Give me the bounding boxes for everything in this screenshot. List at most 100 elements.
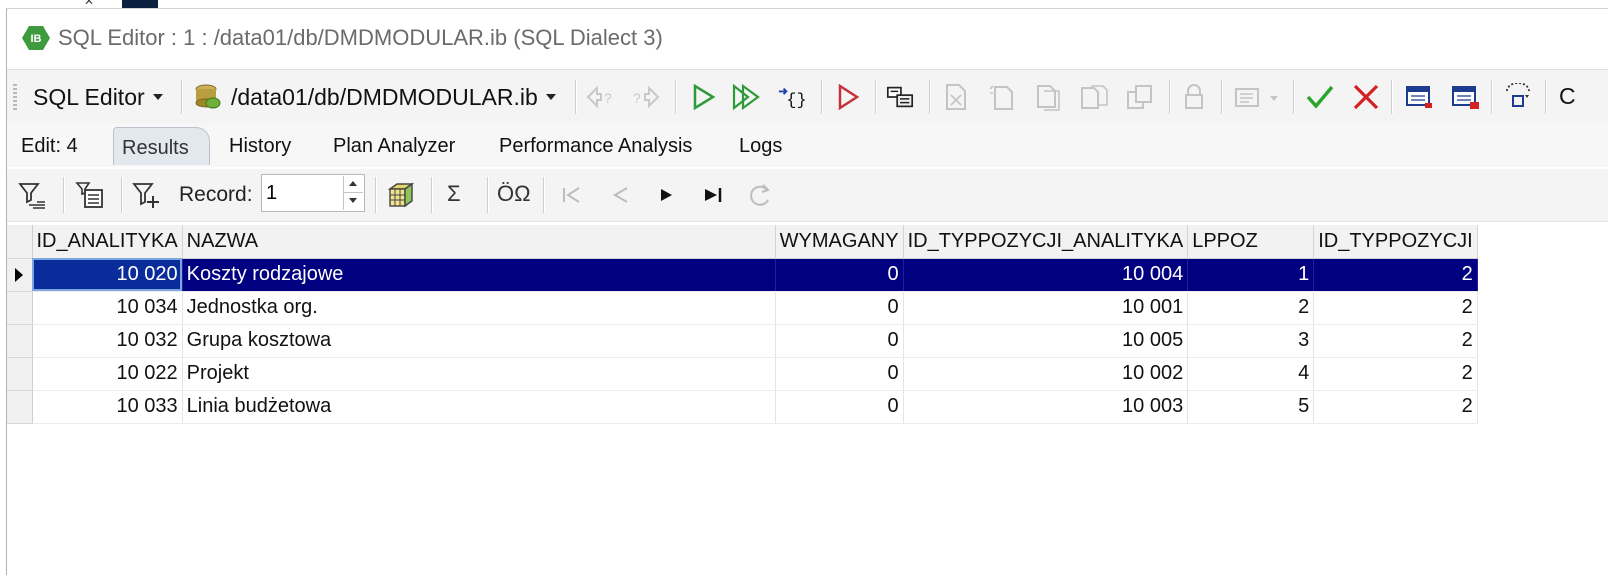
cell-wymagany[interactable]: 0 xyxy=(775,291,904,325)
options-icon[interactable] xyxy=(1233,83,1285,111)
tab-logs[interactable]: Logs xyxy=(739,135,782,158)
lock-icon[interactable] xyxy=(1179,83,1209,111)
cell-lppoz[interactable]: 1 xyxy=(1187,258,1315,292)
cell-id-typpozycji[interactable]: 2 xyxy=(1313,324,1478,358)
ibexpert-logo-icon: IB xyxy=(22,26,50,50)
cell-id-typpozycji-analityka[interactable]: 10 002 xyxy=(903,357,1189,391)
filter-clear-icon[interactable] xyxy=(17,180,47,210)
duplicate-icon[interactable] xyxy=(1125,83,1155,111)
next-record-icon[interactable] xyxy=(651,180,681,210)
chevron-down-icon xyxy=(545,94,556,100)
prev-query-icon[interactable]: ? xyxy=(585,83,615,111)
cube-icon[interactable] xyxy=(385,180,415,210)
new-icon[interactable] xyxy=(941,83,971,111)
commit-icon[interactable] xyxy=(1305,83,1335,111)
toolbar-separator xyxy=(675,80,677,114)
calendar-icon[interactable] xyxy=(1405,83,1435,111)
record-stepper[interactable] xyxy=(261,174,365,212)
cell-id-typpozycji[interactable]: 2 xyxy=(1313,258,1478,292)
clipped-toolbar-item[interactable]: C xyxy=(1559,83,1576,110)
debug-icon[interactable] xyxy=(833,83,863,111)
execute-script-icon[interactable] xyxy=(731,83,761,111)
charset-icon[interactable]: ÖΩ xyxy=(497,181,531,207)
background-strip: ✕ xyxy=(0,0,1608,8)
table-row[interactable]: 10 032 Grupa kosztowa 0 10 005 3 2 xyxy=(7,324,1478,358)
spin-up-icon[interactable] xyxy=(343,176,363,193)
toolbar-separator xyxy=(487,177,489,213)
rollback-icon[interactable] xyxy=(1351,83,1381,111)
plan-icon[interactable] xyxy=(885,83,915,111)
column-header-id-analityka[interactable]: ID_ANALITYKA xyxy=(32,225,183,259)
table-row[interactable]: 10 034 Jednostka org. 0 10 001 2 2 xyxy=(7,291,1478,325)
cell-id-analityka[interactable]: 10 022 xyxy=(32,357,183,391)
toolbar-grip[interactable] xyxy=(13,84,17,110)
chevron-down-icon xyxy=(152,94,163,100)
first-record-icon[interactable] xyxy=(557,180,587,210)
toolbar-separator xyxy=(1293,80,1295,114)
cell-id-typpozycji-analityka[interactable]: 10 003 xyxy=(903,390,1189,424)
cell-id-typpozycji-analityka[interactable]: 10 004 xyxy=(903,258,1189,292)
cell-nazwa[interactable]: Jednostka org. xyxy=(182,291,776,325)
cell-id-typpozycji-analityka[interactable]: 10 005 xyxy=(903,324,1189,358)
cell-id-typpozycji-analityka[interactable]: 10 001 xyxy=(903,291,1189,325)
calendar-add-icon[interactable] xyxy=(1451,83,1481,111)
last-record-icon[interactable] xyxy=(699,180,729,210)
execute-icon[interactable] xyxy=(689,83,719,111)
record-input[interactable] xyxy=(266,179,330,207)
table-row[interactable]: 10 022 Projekt 0 10 002 4 2 xyxy=(7,357,1478,391)
filter-add-icon[interactable] xyxy=(131,180,161,210)
cell-wymagany[interactable]: 0 xyxy=(775,324,904,358)
paste-icon[interactable] xyxy=(1033,83,1063,111)
cell-lppoz[interactable]: 5 xyxy=(1187,390,1315,424)
execute-batch-icon[interactable]: {} xyxy=(777,83,807,111)
cell-id-analityka[interactable]: 10 020 xyxy=(32,258,183,292)
column-header-id-typpozycji[interactable]: ID_TYPPOZYCJI xyxy=(1313,225,1478,259)
refresh-icon[interactable] xyxy=(745,180,775,210)
cell-id-typpozycji[interactable]: 2 xyxy=(1313,291,1478,325)
copy-icon[interactable] xyxy=(987,83,1017,111)
cell-wymagany[interactable]: 0 xyxy=(775,357,904,391)
select-region-icon[interactable] xyxy=(1503,83,1533,111)
paste-alt-icon[interactable] xyxy=(1079,83,1109,111)
filter-panel-icon[interactable] xyxy=(75,180,105,210)
tab-edit[interactable]: Edit: 4 xyxy=(21,135,78,158)
background-window-fragment xyxy=(122,0,158,8)
results-table: ID_ANALITYKA NAZWA WYMAGANY ID_TYPPOZYCJ… xyxy=(7,225,1478,424)
tab-performance-analysis[interactable]: Performance Analysis xyxy=(499,135,692,158)
table-row[interactable]: 10 033 Linia budżetowa 0 10 003 5 2 xyxy=(7,390,1478,424)
close-icon[interactable]: ✕ xyxy=(84,0,94,8)
database-dropdown[interactable]: /data01/db/DMDMODULAR.ib xyxy=(193,70,556,124)
spin-down-icon[interactable] xyxy=(343,193,363,210)
toolbar-separator xyxy=(929,80,931,114)
tab-results[interactable]: Results xyxy=(113,127,210,165)
cell-id-typpozycji[interactable]: 2 xyxy=(1313,357,1478,391)
cell-nazwa[interactable]: Linia budżetowa xyxy=(182,390,776,424)
column-header-nazwa[interactable]: NAZWA xyxy=(182,225,776,259)
cell-lppoz[interactable]: 3 xyxy=(1187,324,1315,358)
cell-wymagany[interactable]: 0 xyxy=(775,390,904,424)
results-grid: ID_ANALITYKA NAZWA WYMAGANY ID_TYPPOZYCJ… xyxy=(7,225,1478,424)
cell-id-analityka[interactable]: 10 034 xyxy=(32,291,183,325)
cell-lppoz[interactable]: 2 xyxy=(1187,291,1315,325)
column-header-wymagany[interactable]: WYMAGANY xyxy=(775,225,904,259)
cell-nazwa[interactable]: Grupa kosztowa xyxy=(182,324,776,358)
tab-plan-analyzer[interactable]: Plan Analyzer xyxy=(333,135,455,158)
tab-history[interactable]: History xyxy=(229,135,291,158)
cell-nazwa[interactable]: Projekt xyxy=(182,357,776,391)
cell-id-analityka[interactable]: 10 032 xyxy=(32,324,183,358)
cell-id-analityka[interactable]: 10 033 xyxy=(32,390,183,424)
prior-record-icon[interactable] xyxy=(605,180,635,210)
sql-editor-dropdown[interactable]: SQL Editor xyxy=(33,70,163,124)
cell-id-typpozycji[interactable]: 2 xyxy=(1313,390,1478,424)
next-query-icon[interactable]: ? xyxy=(631,83,661,111)
row-indicator xyxy=(7,390,33,424)
table-row[interactable]: 10 020 Koszty rodzajowe 0 10 004 1 2 xyxy=(7,258,1478,292)
database-path-label: /data01/db/DMDMODULAR.ib xyxy=(231,83,538,110)
toolbar-separator xyxy=(1221,80,1223,114)
sum-icon[interactable]: Σ xyxy=(447,181,461,207)
column-header-lppoz[interactable]: LPPOZ xyxy=(1187,225,1315,259)
cell-nazwa[interactable]: Koszty rodzajowe xyxy=(182,258,776,292)
cell-wymagany[interactable]: 0 xyxy=(775,258,904,292)
column-header-id-typpozycji-analityka[interactable]: ID_TYPPOZYCJI_ANALITYKA xyxy=(903,225,1189,259)
cell-lppoz[interactable]: 4 xyxy=(1187,357,1315,391)
